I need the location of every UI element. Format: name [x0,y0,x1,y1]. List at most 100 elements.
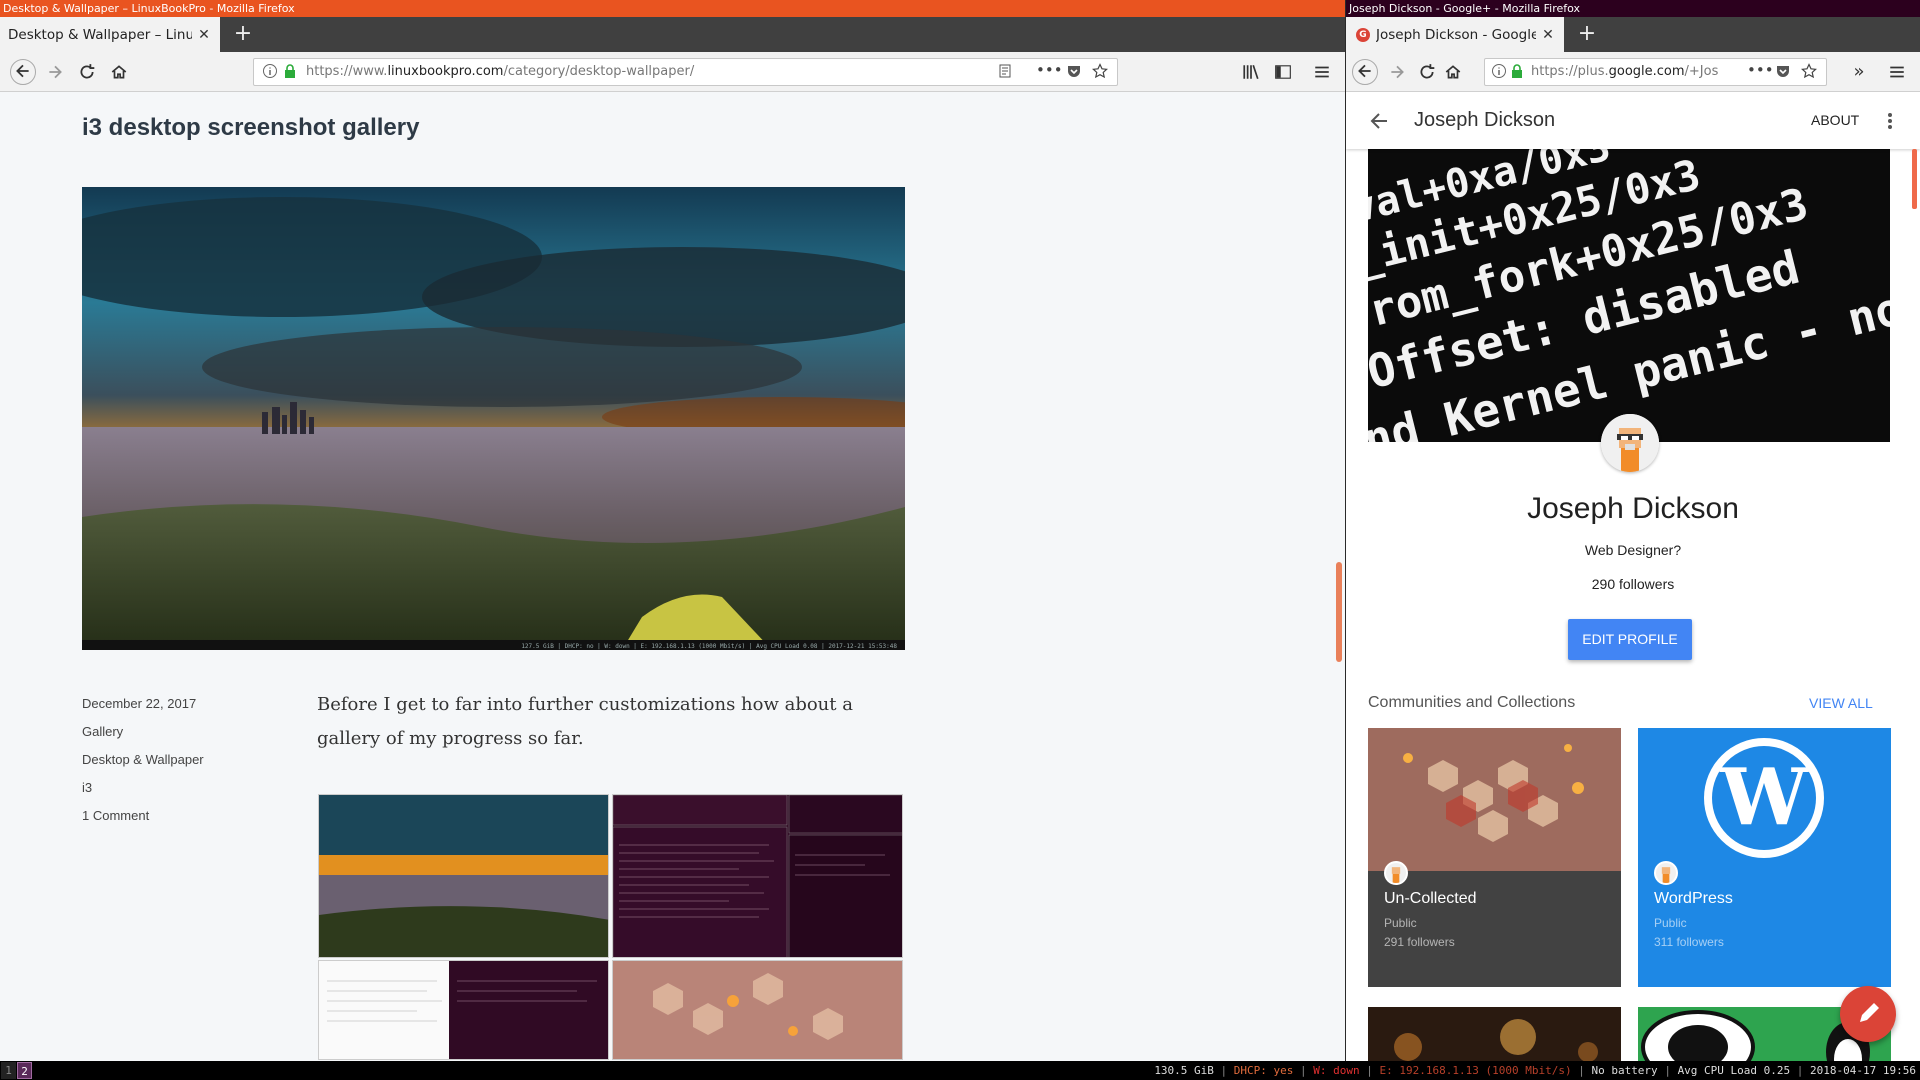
collection-title: Un-Collected [1384,890,1477,907]
tab-close-icon[interactable]: ✕ [1540,27,1556,43]
post-intro: Before I get to far into further customi… [317,694,853,749]
collection-info: Un-Collected Public 291 followers [1368,861,1621,987]
profile-header-bar: Joseph Dickson ABOUT [1346,92,1920,149]
window-title: Joseph Dickson - Google+ - Mozilla Firef… [1346,0,1920,17]
post-title[interactable]: i3 desktop screenshot gallery [82,114,419,142]
reader-view-icon[interactable] [997,63,1015,81]
collection-card-uncollected[interactable]: Un-Collected Public 291 followers [1368,728,1621,987]
scrollbar[interactable] [1912,149,1917,209]
navigation-toolbar: https://www.linuxbookpro.com/category/de… [0,52,1345,92]
back-arrow-icon[interactable] [1368,110,1390,132]
collection-cover-image [1368,728,1621,871]
back-icon[interactable] [10,59,36,85]
community-visibility: Public [1654,916,1687,930]
reload-icon[interactable] [76,61,98,83]
dhcp-status: DHCP: yes [1233,1064,1294,1077]
communities-heading: Communities and Collections [1368,694,1576,711]
more-vert-icon[interactable] [1886,110,1894,132]
pocket-icon[interactable] [1066,63,1084,81]
i3-status-bar: 1 2 130.5 GiB | DHCP: yes | W: down | E:… [0,1061,1920,1080]
firefox-window-left: Desktop & Wallpaper – LinuxBookPro - Moz… [0,0,1345,1061]
firefox-window-right: Joseph Dickson - Google+ - Mozilla Firef… [1346,0,1920,1061]
navigation-toolbar: https://plus.google.com/+Jos ••• » [1346,52,1920,92]
community-followers: 311 followers [1654,935,1724,949]
home-icon[interactable] [1442,61,1464,83]
tab-close-icon[interactable]: ✕ [196,27,212,43]
community-info: WordPress Public 311 followers [1638,861,1891,987]
bookmark-star-icon[interactable] [1801,63,1819,81]
info-icon[interactable] [262,63,280,81]
menu-icon[interactable] [1311,61,1333,83]
collection-visibility: Public [1384,916,1417,930]
category-link-i3[interactable]: i3 [82,780,92,795]
battery-status: No battery [1591,1064,1658,1077]
info-icon[interactable] [1491,63,1509,81]
google-plus-favicon-icon: G [1356,27,1370,42]
menu-icon[interactable] [1886,61,1908,83]
pocket-icon[interactable] [1775,63,1793,81]
tab-desktop-wallpaper[interactable]: Desktop & Wallpaper – Linux ✕ [0,17,220,52]
url-text: https://www.linuxbookpro.com/category/de… [306,64,695,79]
gallery-thumb-4[interactable] [612,960,903,1060]
sidebar-icon[interactable] [1272,61,1294,83]
lock-icon[interactable] [282,63,300,81]
url-bar[interactable]: https://www.linuxbookpro.com/category/de… [253,58,1118,86]
new-tab-icon[interactable]: + [1572,17,1602,52]
tab-strip: G Joseph Dickson - Google+ ✕ + [1346,17,1920,52]
scrollbar[interactable] [1336,562,1342,662]
ethernet-status: E: 192.168.1.13 (1000 Mbit/s) [1379,1064,1572,1077]
wireless-status: W: down [1313,1064,1360,1077]
workspace-button-1[interactable]: 1 [1,1062,16,1079]
collection-owner-avatar [1384,861,1408,885]
disk-status: 130.5 GiB [1154,1064,1214,1077]
view-all-link[interactable]: VIEW ALL [1809,695,1873,711]
page-actions-icon[interactable]: ••• [1747,59,1774,83]
community-title: WordPress [1654,890,1733,907]
clock: 2018-04-17 19:56 [1810,1064,1916,1077]
post-date[interactable]: December 22, 2017 [82,696,196,711]
compose-fab-button[interactable] [1840,986,1896,1042]
new-tab-icon[interactable]: + [228,17,258,52]
category-link-gallery[interactable]: Gallery [82,724,123,739]
tab-google-plus[interactable]: G Joseph Dickson - Google+ ✕ [1346,17,1564,52]
collection-followers: 291 followers [1384,935,1455,949]
comments-link[interactable]: 1 Comment [82,808,149,823]
cpu-load-status: Avg CPU Load 0.25 [1677,1064,1791,1077]
overflow-chevron-icon[interactable]: » [1848,61,1870,83]
url-bar[interactable]: https://plus.google.com/+Jos ••• [1484,58,1827,86]
gallery-thumb-3[interactable] [318,960,609,1060]
category-link-desktop-wallpaper[interactable]: Desktop & Wallpaper [82,752,204,767]
reload-icon[interactable] [1416,61,1438,83]
bookmark-star-icon[interactable] [1092,63,1110,81]
profile-name: Joseph Dickson [1527,492,1739,525]
forward-icon[interactable] [44,61,66,83]
page-content: i3 desktop screenshot gallery 127.5 GiB … [0,92,1345,1061]
gallery-thumb-2[interactable] [612,794,903,958]
hero-image[interactable]: 127.5 GiB | DHCP: no | W: down | E: 192.… [82,187,905,650]
window-title: Desktop & Wallpaper – LinuxBookPro - Moz… [0,0,1345,17]
community-card-wordpress[interactable]: W WordPress Public 311 followers [1638,728,1891,987]
edit-profile-button[interactable]: EDIT PROFILE [1568,619,1692,660]
avatar[interactable] [1601,414,1659,472]
workspace-button-2[interactable]: 2 [17,1062,32,1079]
library-icon[interactable] [1240,61,1262,83]
community-owner-avatar [1654,861,1678,885]
profile-tagline: Web Designer? [1584,542,1682,558]
url-text: https://plus.google.com/+Jos [1531,64,1719,79]
forward-icon[interactable] [1386,61,1408,83]
gallery-thumb-1[interactable] [318,794,609,958]
status-blocks: 130.5 GiB | DHCP: yes | W: down | E: 192… [1154,1064,1916,1077]
svg-text:W: W [1719,752,1809,843]
lock-icon[interactable] [1509,63,1527,81]
cover-photo[interactable]: nval+0xa/0x3 l_init+0x25/0x3 from_fork+0… [1368,149,1890,442]
back-icon[interactable] [1352,59,1378,85]
about-link[interactable]: ABOUT [1811,112,1859,128]
page-actions-icon[interactable]: ••• [1036,59,1063,83]
tab-label: Desktop & Wallpaper – Linux [8,26,192,43]
wordpress-logo-icon: W [1638,728,1891,871]
google-plus-page: nval+0xa/0x3 l_init+0x25/0x3 from_fork+0… [1346,92,1920,1061]
tab-label: Joseph Dickson - Google+ [1376,26,1536,43]
collection-card-lights[interactable] [1368,1007,1621,1061]
home-icon[interactable] [108,61,130,83]
tab-strip: Desktop & Wallpaper – Linux ✕ + [0,17,1345,52]
